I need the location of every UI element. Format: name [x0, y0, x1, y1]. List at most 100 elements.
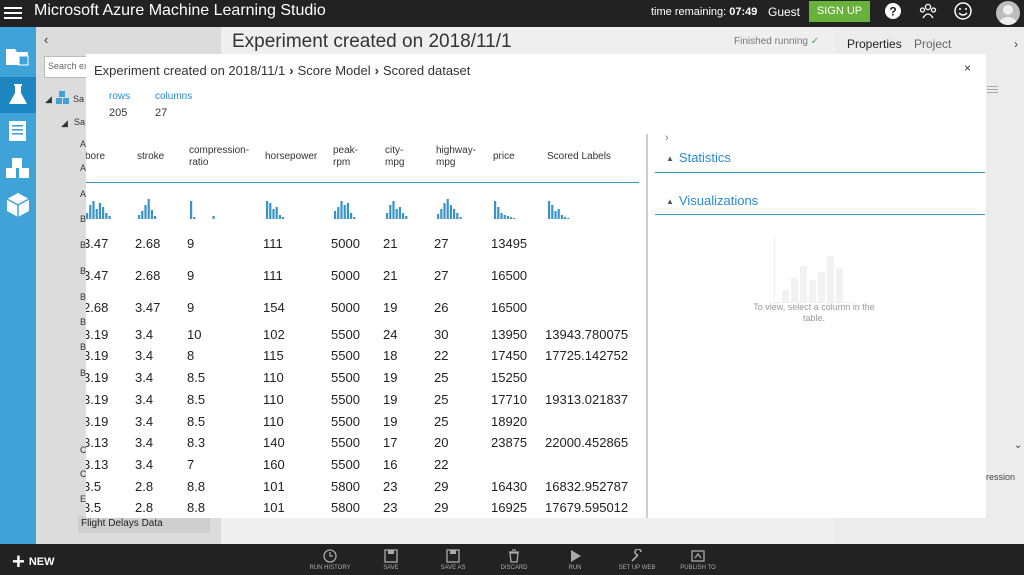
table-cell[interactable]: 27	[434, 268, 448, 283]
table-cell[interactable]: 3.47	[86, 236, 108, 251]
column-header[interactable]: Scored Labels	[547, 151, 611, 163]
table-cell[interactable]: 8.5	[187, 414, 205, 429]
table-cell[interactable]: 2.68	[135, 268, 160, 283]
column-header[interactable]: stroke	[137, 151, 164, 163]
table-cell[interactable]: 25	[434, 370, 448, 385]
save-as-button[interactable]: SAVE AS	[423, 549, 483, 571]
table-cell[interactable]: 23	[383, 500, 397, 515]
column-histogram-thumbnail[interactable]	[138, 195, 178, 220]
column-header[interactable]: city-mpg	[385, 145, 404, 169]
table-cell[interactable]: 7	[187, 457, 194, 472]
table-cell[interactable]: 5500	[331, 457, 360, 472]
table-cell[interactable]: 110	[263, 414, 284, 429]
table-cell[interactable]: 30	[434, 327, 448, 342]
table-cell[interactable]: 2.68	[135, 236, 160, 251]
table-cell[interactable]: 22	[434, 348, 448, 363]
table-cell[interactable]: 16	[383, 457, 397, 472]
column-histogram-thumbnail[interactable]	[494, 195, 534, 220]
table-cell[interactable]: 5000	[331, 236, 360, 251]
table-cell[interactable]: 24	[383, 327, 397, 342]
table-cell[interactable]: 8.8	[187, 479, 205, 494]
table-cell[interactable]: 5000	[331, 300, 360, 315]
table-cell[interactable]: 8.8	[187, 500, 205, 515]
statistics-section-header[interactable]: ▲ Statistics	[666, 150, 731, 165]
table-cell[interactable]: 2.68	[86, 300, 108, 315]
table-cell[interactable]: 3.19	[86, 370, 108, 385]
tab-properties[interactable]: Properties	[847, 37, 902, 51]
nav-trained-models[interactable]	[0, 187, 36, 223]
table-cell[interactable]: 16832.952787	[545, 479, 628, 494]
table-cell[interactable]: 5800	[331, 479, 360, 494]
column-histogram-thumbnail[interactable]	[386, 195, 426, 220]
palette-tree-item[interactable]: Sa	[74, 117, 85, 127]
nav-web-services[interactable]	[0, 113, 36, 149]
table-cell[interactable]: 26	[434, 300, 448, 315]
table-cell[interactable]: 19	[383, 370, 397, 385]
table-cell[interactable]: 3.19	[86, 327, 108, 342]
set-up-web-service-button[interactable]: SET UP WEB	[607, 549, 667, 571]
chevron-down-icon[interactable]: ⌄	[1014, 440, 1022, 451]
table-cell[interactable]: 17	[383, 435, 397, 450]
table-cell[interactable]: 27	[434, 236, 448, 251]
table-cell[interactable]: 5800	[331, 500, 360, 515]
close-icon[interactable]: ×	[964, 61, 971, 75]
help-icon[interactable]: ?	[883, 1, 903, 21]
table-cell[interactable]: 5500	[331, 327, 360, 342]
table-cell[interactable]: 3.19	[86, 348, 108, 363]
table-cell[interactable]: 17725.142752	[545, 348, 628, 363]
publish-to-gallery-button[interactable]: PUBLISH TO	[668, 549, 728, 571]
table-cell[interactable]: 10	[187, 327, 201, 342]
table-cell[interactable]: 3.4	[135, 348, 153, 363]
table-cell[interactable]: 9	[187, 300, 194, 315]
table-cell[interactable]: 29	[434, 479, 448, 494]
column-histogram-thumbnail[interactable]	[190, 195, 230, 220]
table-cell[interactable]: 22	[434, 457, 448, 472]
table-cell[interactable]: 3.19	[86, 392, 108, 407]
table-cell[interactable]: 17710	[491, 392, 527, 407]
collapse-panel-icon[interactable]: ›	[1014, 37, 1018, 51]
table-cell[interactable]: 20	[434, 435, 448, 450]
table-cell[interactable]: 21	[383, 268, 397, 283]
table-cell[interactable]: 17450	[491, 348, 527, 363]
column-header[interactable]: price	[493, 151, 515, 163]
column-histogram-thumbnail[interactable]	[86, 195, 126, 220]
table-cell[interactable]: 19313.021837	[545, 392, 628, 407]
table-cell[interactable]: 3.4	[135, 327, 153, 342]
column-header[interactable]: peak-rpm	[333, 145, 358, 169]
palette-tree-item[interactable]: Sa	[73, 94, 84, 104]
table-cell[interactable]: 140	[263, 435, 285, 450]
table-cell[interactable]: 8.5	[187, 392, 205, 407]
table-cell[interactable]: 16500	[491, 300, 527, 315]
table-cell[interactable]: 29	[434, 500, 448, 515]
table-cell[interactable]: 102	[263, 327, 285, 342]
table-cell[interactable]: 9	[187, 236, 194, 251]
table-cell[interactable]: 3.13	[86, 457, 108, 472]
table-cell[interactable]: 3.5	[86, 500, 101, 515]
menu-lines-icon[interactable]	[987, 84, 998, 95]
table-cell[interactable]: 115	[263, 348, 284, 363]
table-cell[interactable]: 13950	[491, 327, 527, 342]
table-cell[interactable]: 8	[187, 348, 194, 363]
table-cell[interactable]: 110	[263, 370, 284, 385]
table-cell[interactable]: 2.8	[135, 479, 153, 494]
column-header[interactable]: bore	[86, 151, 105, 163]
feedback-smiley-icon[interactable]	[953, 1, 973, 21]
hamburger-menu-icon[interactable]	[4, 4, 22, 22]
table-cell[interactable]: 3.4	[135, 457, 153, 472]
community-icon[interactable]	[918, 1, 938, 21]
table-cell[interactable]: 9	[187, 268, 194, 283]
palette-item-flight-delays[interactable]: Flight Delays Data	[78, 516, 210, 533]
table-cell[interactable]: 154	[263, 300, 285, 315]
table-cell[interactable]: 3.4	[135, 392, 153, 407]
table-cell[interactable]: 25	[434, 392, 448, 407]
table-cell[interactable]: 8.3	[187, 435, 205, 450]
table-cell[interactable]: 23	[383, 479, 397, 494]
table-cell[interactable]: 3.19	[86, 414, 108, 429]
discard-button[interactable]: DISCARD	[484, 549, 544, 571]
column-histogram-thumbnail[interactable]	[334, 195, 374, 220]
column-header[interactable]: horsepower	[265, 151, 317, 163]
table-cell[interactable]: 17679.595012	[545, 500, 628, 515]
nav-datasets[interactable]	[0, 151, 36, 187]
table-cell[interactable]: 111	[263, 236, 283, 251]
pane-divider[interactable]	[646, 134, 648, 518]
